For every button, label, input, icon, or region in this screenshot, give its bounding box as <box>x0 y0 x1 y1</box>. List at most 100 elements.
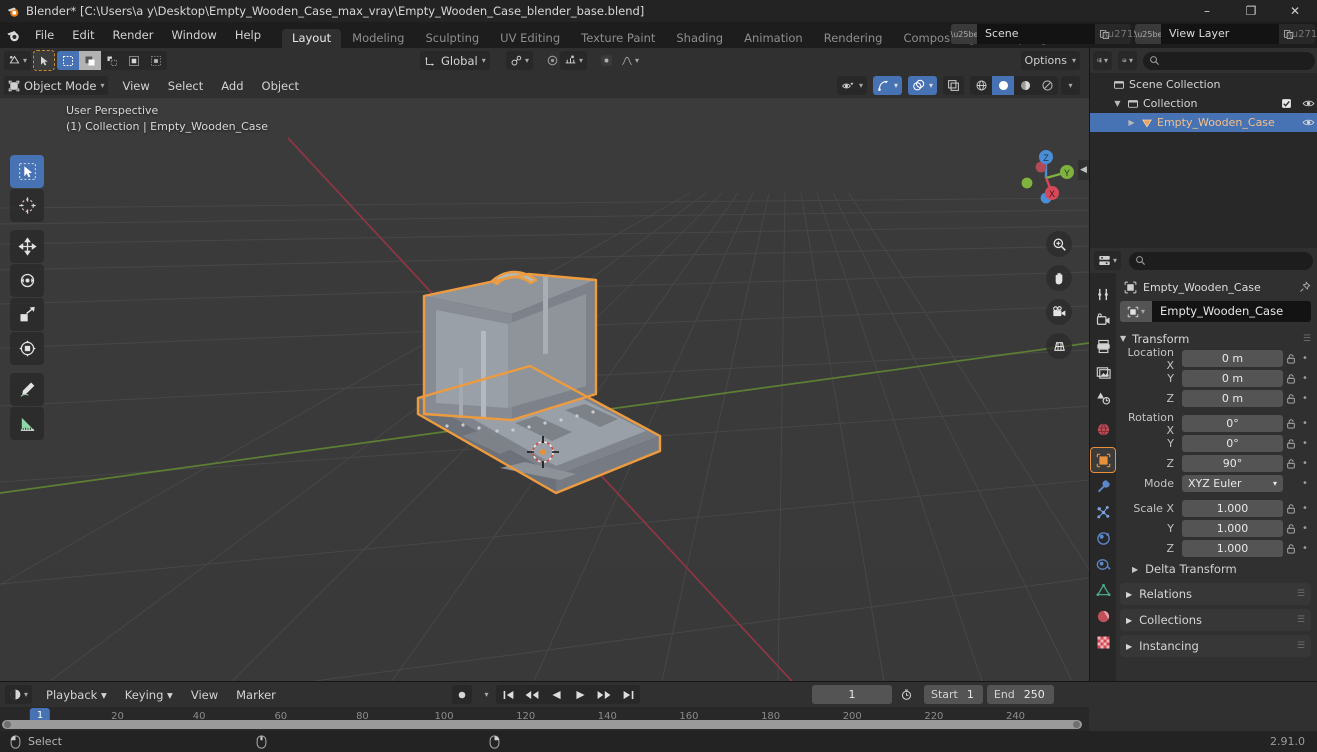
object-id-field[interactable]: ▾ Empty_Wooden_Case <box>1120 301 1311 322</box>
properties-tool-tab[interactable] <box>1091 282 1115 306</box>
view-layer-selector[interactable]: \u25be View Layer \u2715 <box>1135 24 1317 44</box>
expand-toggle-icon[interactable]: ▼ <box>1112 99 1123 108</box>
location-field-1[interactable]: 0 m <box>1182 370 1283 387</box>
animate-property-dot[interactable]: • <box>1299 478 1311 489</box>
workspace-tab-rendering[interactable]: Rendering <box>814 29 893 48</box>
annotate-tool[interactable] <box>10 373 44 406</box>
move-tool[interactable] <box>10 230 44 263</box>
editor-type-selector[interactable]: ▾ <box>4 51 32 70</box>
cursor-tool[interactable] <box>10 189 44 222</box>
scale-tool[interactable] <box>10 298 44 331</box>
properties-modifier-tab[interactable] <box>1091 474 1115 498</box>
properties-scene-tab[interactable] <box>1091 386 1115 410</box>
panel-collections[interactable]: ▶ Collections ☰ <box>1120 609 1311 631</box>
shading-rendered-button[interactable] <box>1036 76 1058 95</box>
delete-scene-button[interactable]: \u2715 <box>1104 29 1139 40</box>
animate-property-dot[interactable]: • <box>1299 418 1311 429</box>
select-intersect-button[interactable] <box>145 51 167 70</box>
rotation-field-1[interactable]: 0° <box>1182 435 1283 452</box>
lock-icon[interactable] <box>1283 393 1299 405</box>
delete-view-layer-button[interactable]: \u2715 <box>1288 29 1317 40</box>
properties-object-tab[interactable] <box>1090 447 1116 473</box>
shading-solid-button[interactable] <box>992 76 1014 95</box>
proportional-falloff-button[interactable]: ▾ <box>560 51 588 70</box>
stopwatch-icon[interactable] <box>896 685 917 704</box>
menu-render[interactable]: Render <box>104 22 163 48</box>
scene-selector[interactable]: \u25be Scene \u2715 <box>951 24 1140 44</box>
lock-icon[interactable] <box>1283 458 1299 470</box>
gizmo-toggle-button[interactable]: ▾ <box>872 76 902 95</box>
visibility-eye-icon[interactable] <box>1299 117 1317 128</box>
lock-icon[interactable] <box>1283 353 1299 365</box>
shading-material-preview-button[interactable] <box>1014 76 1036 95</box>
menu-help[interactable]: Help <box>226 22 270 48</box>
properties-render-tab[interactable] <box>1091 308 1115 332</box>
properties-material-tab[interactable] <box>1091 604 1115 628</box>
next-keyframe-icon[interactable] <box>592 685 616 704</box>
workspace-tab-animation[interactable]: Animation <box>734 29 813 48</box>
visibility-eye-icon[interactable] <box>1299 98 1317 109</box>
sidebar-expand-handle[interactable]: ◀ <box>1078 160 1089 180</box>
animate-property-dot[interactable]: • <box>1299 543 1311 554</box>
lock-icon[interactable] <box>1283 373 1299 385</box>
viewport-menu-select[interactable]: Select <box>159 73 212 99</box>
rotation-mode-dropdown[interactable]: XYZ Euler ▾ <box>1182 475 1283 492</box>
record-keyframe-icon[interactable] <box>452 685 472 704</box>
workspace-tab-sculpting[interactable]: Sculpting <box>415 29 489 48</box>
play-icon[interactable] <box>568 685 592 704</box>
animate-property-dot[interactable]: • <box>1299 353 1311 364</box>
outliner-search-field[interactable] <box>1164 54 1309 67</box>
properties-constraints-tab[interactable] <box>1091 552 1115 576</box>
scale-field-2[interactable]: 1.000 <box>1182 540 1283 557</box>
play-reverse-icon[interactable] <box>544 685 568 704</box>
properties-search-input[interactable] <box>1129 251 1313 270</box>
properties-texture-tab[interactable] <box>1091 630 1115 654</box>
jump-start-icon[interactable] <box>496 685 520 704</box>
timeline-menu-keying[interactable]: Keying ▾ <box>116 682 182 708</box>
viewport-options-button[interactable]: Options ▾ <box>1020 51 1080 70</box>
properties-output-tab[interactable] <box>1091 334 1115 358</box>
location-field-2[interactable]: 0 m <box>1182 390 1283 407</box>
tweak-select-tool[interactable] <box>10 155 44 188</box>
workspace-tab-layout[interactable]: Layout <box>282 29 342 48</box>
menu-file[interactable]: File <box>26 22 63 48</box>
workspace-tab-modeling[interactable]: Modeling <box>342 29 414 48</box>
current-frame-field[interactable]: 1 <box>812 685 892 704</box>
properties-physics-tab[interactable] <box>1091 526 1115 550</box>
menu-window[interactable]: Window <box>162 22 225 48</box>
zoom-icon[interactable] <box>1046 231 1072 257</box>
lock-icon[interactable] <box>1283 503 1299 515</box>
timeline-scrollbar[interactable] <box>2 720 1082 729</box>
xray-toggle-button[interactable] <box>943 76 964 95</box>
viewport-menu-object[interactable]: Object <box>253 73 308 99</box>
location-field-0[interactable]: 0 m <box>1182 350 1283 367</box>
timeline-menu-view[interactable]: View <box>182 682 227 708</box>
measure-tool[interactable] <box>10 407 44 440</box>
select-extend-button[interactable] <box>79 51 102 70</box>
scale-field-0[interactable]: 1.000 <box>1182 500 1283 517</box>
workspace-tab-shading[interactable]: Shading <box>666 29 733 48</box>
select-new-button[interactable] <box>57 51 80 70</box>
end-frame-field[interactable]: End 250 <box>986 685 1054 704</box>
animate-property-dot[interactable]: • <box>1299 503 1311 514</box>
properties-world-tab[interactable] <box>1091 417 1115 441</box>
properties-editor-type-button[interactable]: ▾ <box>1094 251 1122 270</box>
rotate-tool[interactable] <box>10 264 44 297</box>
camera-icon[interactable] <box>1046 299 1072 325</box>
lock-icon[interactable] <box>1283 523 1299 535</box>
view-layer-name[interactable]: View Layer <box>1161 24 1279 44</box>
outliner-search-input[interactable] <box>1143 51 1315 70</box>
jump-end-icon[interactable] <box>616 685 640 704</box>
properties-search-field[interactable] <box>1150 254 1307 267</box>
visibility-filter-button[interactable]: ▾ <box>836 76 867 95</box>
maximize-button[interactable]: ❐ <box>1229 0 1273 22</box>
scale-field-1[interactable]: 1.000 <box>1182 520 1283 537</box>
timeline-ruler[interactable]: 20 40 60 80 100 120 140 160 180 200 220 240 1 <box>0 707 1089 732</box>
outliner-row[interactable]: Scene Collection <box>1090 75 1317 94</box>
properties-view-layer-tab[interactable] <box>1091 360 1115 384</box>
outliner-row[interactable]: ▼ Collection <box>1090 94 1317 113</box>
viewport-menu-add[interactable]: Add <box>212 73 252 99</box>
rotation-field-0[interactable]: 0° <box>1182 415 1283 432</box>
properties-particles-tab[interactable] <box>1091 500 1115 524</box>
wooden-case-object[interactable] <box>0 98 1089 681</box>
